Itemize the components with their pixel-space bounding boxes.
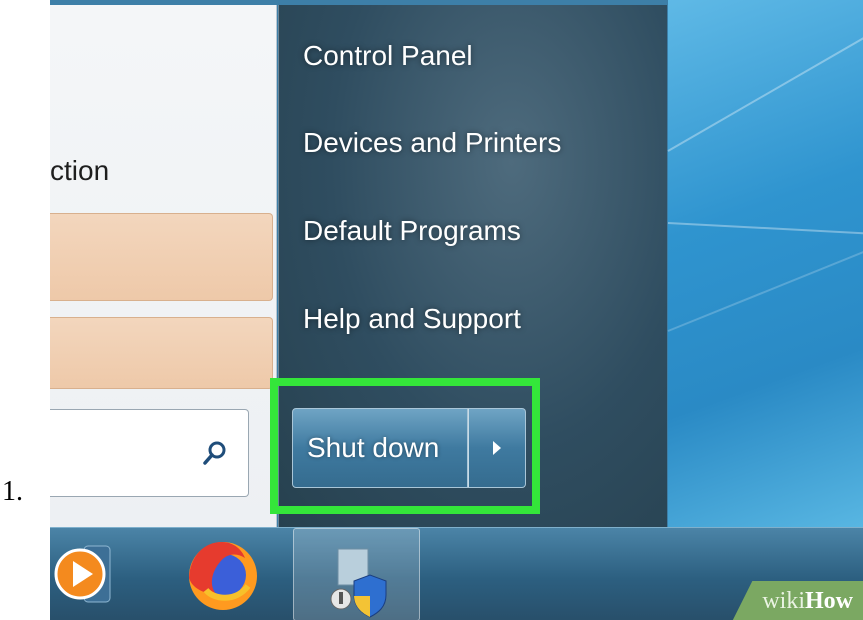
taskbar-control-panel[interactable] <box>293 528 420 620</box>
pinned-program-tile[interactable] <box>50 317 273 389</box>
shutdown-button[interactable]: Shut down <box>292 408 468 488</box>
menu-item-devices-and-printers[interactable]: Devices and Printers <box>303 127 561 159</box>
desktop-background <box>667 0 863 527</box>
shutdown-options-button[interactable] <box>468 408 526 488</box>
taskbar-media-player[interactable] <box>50 528 116 620</box>
step-number: 1. <box>2 476 23 507</box>
control-panel-shield-icon <box>330 548 387 618</box>
program-label[interactable]: ction <box>50 155 109 187</box>
taskbar-firefox[interactable] <box>178 528 268 620</box>
menu-item-default-programs[interactable]: Default Programs <box>303 215 521 247</box>
search-input[interactable] <box>50 409 249 497</box>
start-menu-left-pane: ction <box>50 5 277 527</box>
shutdown-label: Shut down <box>307 432 440 463</box>
watermark-suffix: How <box>805 588 853 614</box>
search-icon[interactable] <box>202 440 228 466</box>
light-streak <box>667 35 863 152</box>
light-streak <box>667 247 863 332</box>
chevron-right-icon <box>493 441 501 455</box>
windows-screen: ction Control Panel Devices and Printers… <box>50 0 863 620</box>
light-streak <box>667 222 863 236</box>
wikihow-watermark: wikiHow <box>732 581 863 620</box>
menu-item-help-and-support[interactable]: Help and Support <box>303 303 521 335</box>
taskbar: wikiHow <box>50 527 863 620</box>
media-player-icon <box>54 545 111 603</box>
firefox-icon <box>189 542 257 610</box>
watermark-prefix: wiki <box>762 588 805 614</box>
menu-item-control-panel[interactable]: Control Panel <box>303 40 473 72</box>
pinned-program-tile[interactable] <box>50 213 273 301</box>
